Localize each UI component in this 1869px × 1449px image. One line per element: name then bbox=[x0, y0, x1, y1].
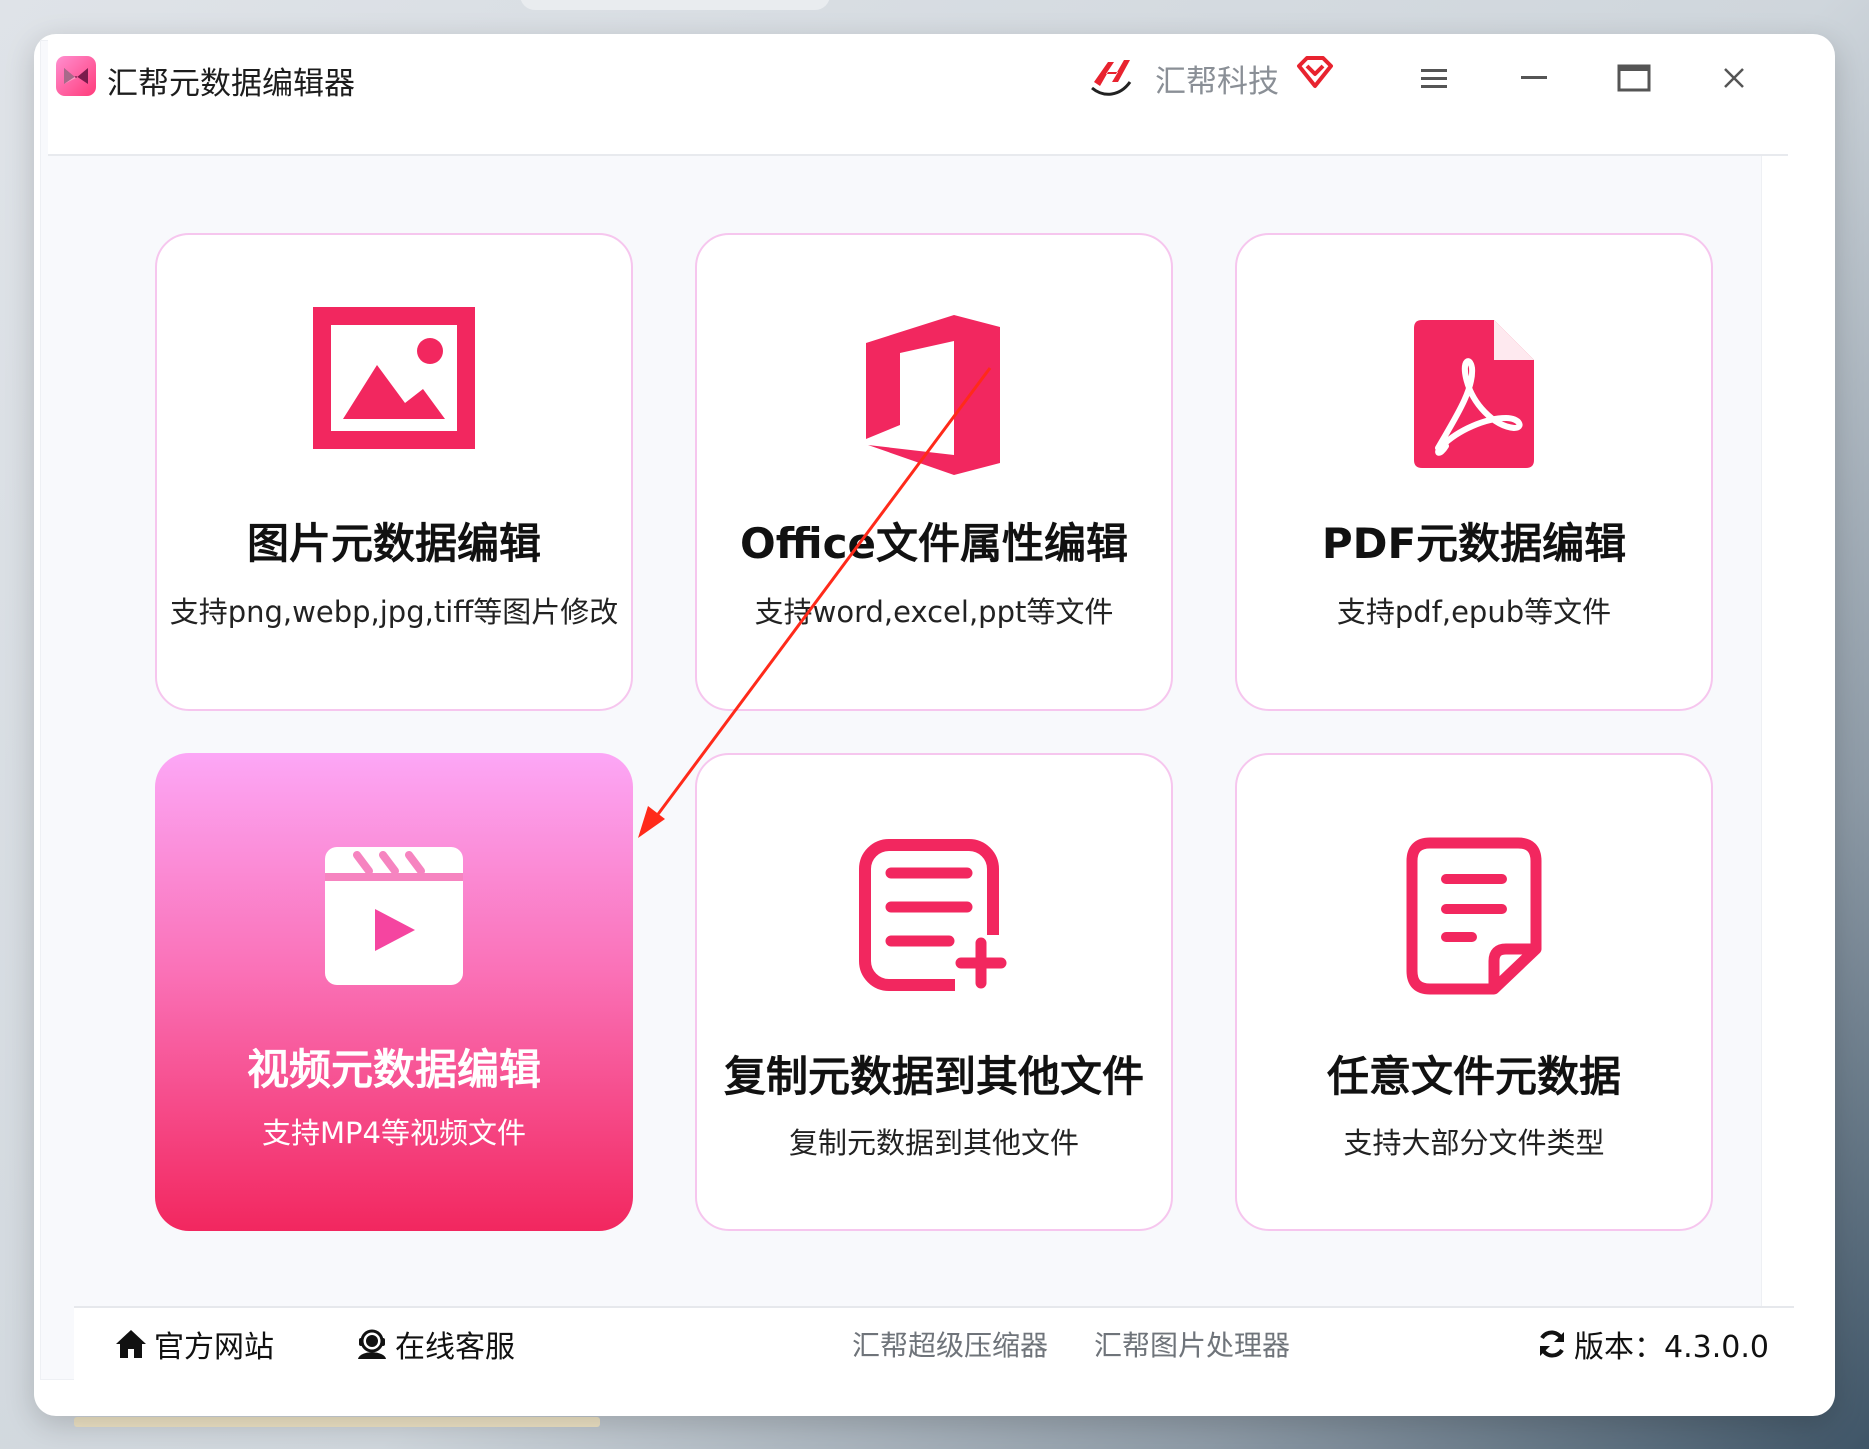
official-site-link[interactable]: 官方网站 bbox=[114, 1322, 274, 1366]
pdf-icon bbox=[1414, 320, 1534, 468]
background-shape bbox=[520, 0, 830, 10]
refresh-icon bbox=[1540, 1330, 1564, 1358]
card-desc: 支持pdf,epub等文件 bbox=[1336, 595, 1612, 629]
minimize-icon bbox=[1521, 76, 1547, 79]
app-logo-icon bbox=[56, 56, 96, 96]
image-metadata-card[interactable]: 图片元数据编辑 支持png,webp,jpg,tiff等图片修改 bbox=[155, 233, 633, 711]
home-icon bbox=[116, 1330, 146, 1358]
minimize-button[interactable] bbox=[1512, 56, 1556, 100]
document-add-icon bbox=[859, 839, 1009, 991]
card-title: 视频元数据编辑 bbox=[246, 1045, 541, 1094]
menu-button[interactable] bbox=[1412, 56, 1456, 100]
card-desc: 支持MP4等视频文件 bbox=[262, 1116, 526, 1150]
video-clapper-icon bbox=[325, 847, 463, 985]
hamburger-menu-icon bbox=[1421, 69, 1447, 88]
brand-name: 汇帮科技 bbox=[1155, 64, 1279, 100]
card-desc: 支持大部分文件类型 bbox=[1343, 1126, 1605, 1160]
compressor-link[interactable]: 汇帮超级压缩器 bbox=[852, 1324, 1048, 1364]
copy-metadata-card[interactable]: 复制元数据到其他文件 复制元数据到其他文件 bbox=[695, 753, 1173, 1231]
image-icon bbox=[313, 307, 475, 449]
maximize-button[interactable] bbox=[1612, 56, 1656, 100]
customer-service-icon bbox=[358, 1329, 386, 1359]
version-label: 版本：4.3.0.0 bbox=[1574, 1330, 1769, 1365]
card-title: PDF元数据编辑 bbox=[1321, 519, 1627, 568]
maximize-icon bbox=[1617, 64, 1651, 92]
video-metadata-card[interactable]: 视频元数据编辑 支持MP4等视频文件 bbox=[155, 753, 633, 1231]
card-desc: 支持png,webp,jpg,tiff等图片修改 bbox=[169, 595, 619, 629]
note-icon bbox=[1406, 837, 1542, 995]
card-title: 图片元数据编辑 bbox=[246, 519, 541, 568]
card-title: 任意文件元数据 bbox=[1326, 1052, 1621, 1101]
pdf-metadata-card[interactable]: PDF元数据编辑 支持pdf,epub等文件 bbox=[1235, 233, 1713, 711]
vip-diamond-icon[interactable] bbox=[1295, 52, 1335, 92]
any-file-metadata-card[interactable]: 任意文件元数据 支持大部分文件类型 bbox=[1235, 753, 1713, 1231]
card-desc: 复制元数据到其他文件 bbox=[788, 1126, 1079, 1160]
office-properties-card[interactable]: Office文件属性编辑 支持word,excel,ppt等文件 bbox=[695, 233, 1173, 711]
office-icon bbox=[866, 315, 1000, 475]
brand-logo-icon bbox=[1091, 60, 1132, 96]
close-button[interactable] bbox=[1712, 56, 1756, 100]
card-desc: 支持word,excel,ppt等文件 bbox=[754, 595, 1114, 629]
app-title: 汇帮元数据编辑器 bbox=[107, 66, 355, 102]
image-processor-link[interactable]: 汇帮图片处理器 bbox=[1094, 1324, 1290, 1364]
card-title: 复制元数据到其他文件 bbox=[723, 1052, 1144, 1101]
official-site-label: 官方网站 bbox=[154, 1330, 274, 1365]
online-service-link[interactable]: 在线客服 bbox=[355, 1322, 515, 1366]
card-title: Office文件属性编辑 bbox=[740, 519, 1128, 568]
background-strip bbox=[74, 1417, 600, 1427]
close-icon bbox=[1724, 68, 1744, 88]
version-info[interactable]: 版本：4.3.0.0 bbox=[1536, 1322, 1769, 1366]
online-service-label: 在线客服 bbox=[395, 1330, 515, 1365]
